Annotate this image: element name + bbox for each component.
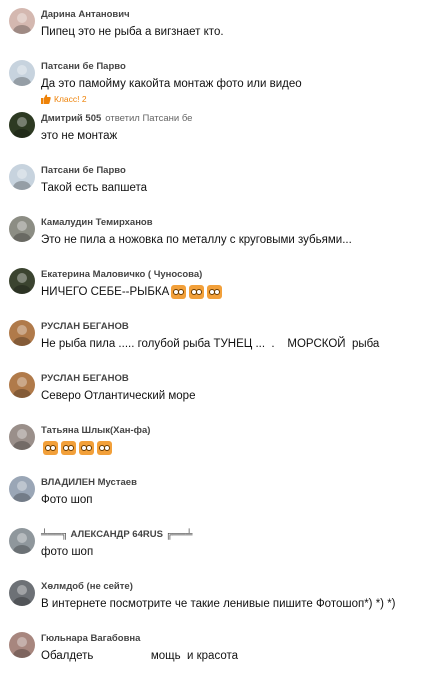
- comment-author[interactable]: Екатерина Маловичко ( Чуносова): [41, 269, 202, 280]
- comment-text-content: Такой есть вапшета: [41, 182, 148, 194]
- comment-author[interactable]: РУСЛАН БЕГАНОВ: [41, 373, 129, 384]
- comment-text: фото шоп: [41, 545, 93, 559]
- avatar[interactable]: [9, 60, 35, 86]
- comment-item: Камалудин Темирханов Это не пила а ножовк…: [0, 216, 439, 266]
- author-name[interactable]: ВЛАДИЛЕН Мустаев: [41, 477, 137, 488]
- comment-text-content: Северо Отлантический море: [41, 390, 196, 402]
- author-name[interactable]: Татьяна Шлык(Хан-фа): [41, 425, 150, 436]
- like-button[interactable]: Класс! 2: [41, 94, 87, 104]
- comment-author[interactable]: Дмитрий 505 ответил Патсани бе: [41, 113, 192, 124]
- comment-author[interactable]: Камалудин Темирханов: [41, 217, 153, 228]
- author-name[interactable]: Камалудин Темирханов: [41, 217, 153, 228]
- comment-text: [41, 441, 112, 455]
- comment-text-content: В интернете посмотрите че такие ленивые …: [41, 598, 396, 610]
- author-name[interactable]: Патсани бе Парво: [41, 61, 126, 72]
- author-name[interactable]: Дарина Антанович: [41, 9, 130, 20]
- comment-text: Да это памойму какойта монтаж фото или в…: [41, 77, 302, 91]
- comment-item: Патсани бе Парво Такой есть вапшета: [0, 164, 439, 214]
- comment-text-content: Это не пила а ножовка по металлу с круго…: [41, 234, 352, 246]
- reply-to-label[interactable]: ответил Патсани бе: [105, 113, 192, 124]
- comment-item: ВЛАДИЛЕН Мустаев Фото шоп: [0, 476, 439, 526]
- smiley-emoji-icon: [97, 441, 112, 455]
- comment-text: Фото шоп: [41, 493, 92, 507]
- comment-text: Северо Отлантический море: [41, 389, 195, 403]
- smiley-emoji-icon: [43, 441, 58, 455]
- comment-item: РУСЛАН БЕГАНОВ Не рыба пила ..... голубой…: [0, 320, 439, 370]
- avatar[interactable]: [9, 424, 35, 450]
- smiley-emoji-icon: [207, 285, 223, 299]
- author-name[interactable]: Гюльнара Вагабовна: [41, 633, 140, 644]
- comment-text: Обалдеть мощь и красота: [41, 649, 238, 663]
- comment-text-content: Пипец это не рыба а вигзнает кто.: [41, 26, 224, 38]
- author-name[interactable]: Патсани бе Парво: [41, 165, 126, 176]
- smiley-emoji-icon: [189, 285, 205, 299]
- comment-text-content: фото шоп: [41, 546, 94, 558]
- comment-author[interactable]: ╧══╗ АЛЕКСАНДР 64RUS ╔══╧: [41, 529, 193, 540]
- comment-item: Гюльнара Вагабовна Обалдеть мощь и красот…: [0, 632, 439, 682]
- author-name[interactable]: Екатерина Маловичко ( Чуносова): [41, 269, 202, 280]
- comment-text: Это не пила а ножовка по металлу с круго…: [41, 233, 352, 247]
- avatar[interactable]: [9, 164, 35, 190]
- comment-text-content: Да это памойму какойта монтаж фото или в…: [41, 78, 302, 90]
- avatar[interactable]: [9, 112, 35, 138]
- comment-text: В интернете посмотрите че такие ленивые …: [41, 597, 396, 611]
- smiley-emoji-icon: [79, 441, 94, 455]
- avatar[interactable]: [9, 372, 35, 398]
- comment-item: РУСЛАН БЕГАНОВ Северо Отлантический море: [0, 372, 439, 422]
- comment-item: Дарина Антанович Пипец это не рыба а вигз…: [0, 8, 439, 58]
- comment-author[interactable]: ВЛАДИЛЕН Мустаев: [41, 477, 137, 488]
- comment-item: Дмитрий 505 ответил Патсани бе это не монт…: [0, 112, 439, 162]
- emoji-row: [171, 285, 223, 299]
- author-name[interactable]: РУСЛАН БЕГАНОВ: [41, 373, 129, 384]
- smiley-emoji-icon: [61, 441, 76, 455]
- avatar[interactable]: [9, 528, 35, 554]
- comment-item: Екатерина Маловичко ( Чуносова) НИЧЕГО СЕ…: [0, 268, 439, 318]
- comment-text-content: Не рыба пила ..... голубой рыба ТУНЕЦ ..…: [41, 338, 380, 350]
- avatar[interactable]: [9, 216, 35, 242]
- comment-author[interactable]: Патсани бе Парво: [41, 165, 126, 176]
- author-name[interactable]: РУСЛАН БЕГАНОВ: [41, 321, 129, 332]
- comment-author[interactable]: РУСЛАН БЕГАНОВ: [41, 321, 129, 332]
- comment-text: это не монтаж: [41, 129, 117, 143]
- comment-item: Хөлмдоб (не сейте) В интернете посмотрите…: [0, 580, 439, 630]
- avatar[interactable]: [9, 320, 35, 346]
- comment-text: Такой есть вапшета: [41, 181, 147, 195]
- avatar[interactable]: [9, 476, 35, 502]
- comment-author[interactable]: Гюльнара Вагабовна: [41, 633, 140, 644]
- comment-text: НИЧЕГО СЕБЕ--РЫБКА: [41, 285, 223, 299]
- comment-text-content: это не монтаж: [41, 130, 118, 142]
- comment-text-content: Обалдеть мощь и красота: [41, 650, 239, 662]
- author-name[interactable]: Дмитрий 505: [41, 113, 101, 124]
- emoji-row: [43, 441, 112, 455]
- comment-author[interactable]: Хөлмдоб (не сейте): [41, 581, 133, 592]
- smiley-emoji-icon: [171, 285, 187, 299]
- comment-item: ╧══╗ АЛЕКСАНДР 64RUS ╔══╧ фото шоп: [0, 528, 439, 578]
- avatar[interactable]: [9, 268, 35, 294]
- avatar[interactable]: [9, 580, 35, 606]
- author-name[interactable]: ╧══╗ АЛЕКСАНДР 64RUS ╔══╧: [41, 529, 193, 540]
- comment-text-content: НИЧЕГО СЕБЕ--РЫБКА: [41, 286, 170, 299]
- avatar[interactable]: [9, 8, 35, 34]
- comment-author[interactable]: Дарина Антанович: [41, 9, 130, 20]
- like-label[interactable]: Класс! 2: [54, 94, 87, 104]
- author-name[interactable]: Хөлмдоб (не сейте): [41, 581, 133, 592]
- comment-text: Пипец это не рыба а вигзнает кто.: [41, 25, 224, 39]
- comment-text-content: Фото шоп: [41, 494, 93, 506]
- comment-item: Патсани бе Парво Да это памойму какойта м…: [0, 60, 439, 110]
- comment-author[interactable]: Татьяна Шлык(Хан-фа): [41, 425, 150, 436]
- comment-author[interactable]: Патсани бе Парво: [41, 61, 126, 72]
- avatar[interactable]: [9, 632, 35, 658]
- thumbs-up-icon: [41, 94, 51, 104]
- comment-item: Татьяна Шлык(Хан-фа): [0, 424, 439, 474]
- comment-text: Не рыба пила ..... голубой рыба ТУНЕЦ ..…: [41, 337, 379, 351]
